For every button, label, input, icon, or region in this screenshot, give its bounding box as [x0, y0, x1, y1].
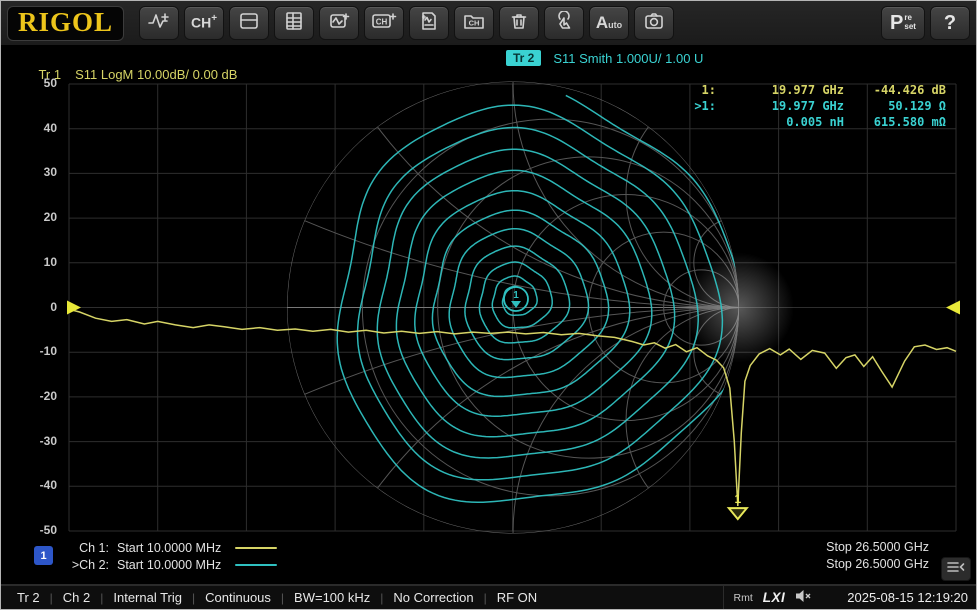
y-axis-tick-label: 30: [1, 165, 57, 179]
y-axis-tick-label: 40: [1, 121, 57, 135]
marker-row-freq: 19.977 GHz: [716, 82, 844, 98]
trace2-color-swatch: [235, 564, 277, 566]
channel2-row[interactable]: >Ch 2: Start 10.0000 MHz: [63, 556, 277, 573]
marker-row-freq: 0.005 nH: [716, 114, 844, 130]
y-axis-tick-label: 20: [1, 210, 57, 224]
status-trigger-source[interactable]: Internal Trig: [113, 590, 182, 605]
y-axis-tick-label: 50: [1, 76, 57, 90]
marker-row-label: 1:: [674, 82, 716, 98]
window-number-badge[interactable]: 1: [34, 546, 53, 565]
marker-row-label: >1:: [674, 98, 716, 114]
stop-frequency-labels: Stop 26.5000 GHz Stop 26.5000 GHz: [826, 539, 929, 573]
marker-row-value: -44.426 dB: [844, 82, 946, 98]
separator: |: [281, 591, 284, 605]
separator: |: [100, 591, 103, 605]
channel-legend: Ch 1: Start 10.0000 MHz >Ch 2: Start 10.…: [63, 539, 277, 573]
menu-collapse-icon: [946, 560, 966, 579]
separator: |: [380, 591, 383, 605]
lxi-indicator: LXI: [763, 590, 786, 605]
channel1-row[interactable]: Ch 1: Start 10.0000 MHz: [63, 539, 277, 556]
marker-readout: 1: 19.977 GHz -44.426 dB >1: 19.977 GHz …: [674, 82, 946, 130]
datetime-display: 2025-08-15 12:19:20: [847, 590, 968, 605]
ref-level-marker-right[interactable]: [946, 301, 960, 315]
speaker-muted-icon[interactable]: [795, 589, 811, 606]
channel1-label: Ch 1:: [63, 541, 109, 555]
channel1-stop: Stop 26.5000 GHz: [826, 539, 929, 556]
status-right-section: Rmt LXI 2025-08-15 12:19:20: [723, 586, 972, 609]
status-sweep-mode[interactable]: Continuous: [205, 590, 271, 605]
y-axis-tick-label: -30: [1, 434, 57, 448]
status-bar: Tr 2 | Ch 2 | Internal Trig | Continuous | B…: [1, 584, 976, 609]
y-axis-tick-label: -40: [1, 478, 57, 492]
separator: |: [192, 591, 195, 605]
trace1-marker-1[interactable]: 1: [729, 492, 747, 519]
marker-row-label: [674, 114, 716, 130]
svg-text:1: 1: [513, 290, 519, 301]
y-axis-tick-label: 10: [1, 255, 57, 269]
channel1-start: Start 10.0000 MHz: [117, 541, 221, 555]
channel2-stop: Stop 26.5000 GHz: [826, 556, 929, 573]
vna-screen: RIGOL CH+: [0, 0, 977, 610]
y-axis-tick-label: -10: [1, 344, 57, 358]
trace2-marker-1[interactable]: 1: [504, 287, 528, 311]
remote-indicator: Rmt: [734, 592, 753, 604]
y-axis-tick-label: -20: [1, 389, 57, 403]
status-correction[interactable]: No Correction: [393, 590, 473, 605]
svg-text:1: 1: [734, 492, 741, 506]
status-active-channel[interactable]: Ch 2: [63, 590, 90, 605]
menu-collapse-button[interactable]: [941, 557, 971, 581]
status-if-bandwidth[interactable]: BW=100 kHz: [294, 590, 370, 605]
marker-row-value: 50.129 Ω: [844, 98, 946, 114]
channel2-start: Start 10.0000 MHz: [117, 558, 221, 572]
y-axis-tick-label: 0: [1, 300, 57, 314]
status-active-trace[interactable]: Tr 2: [17, 590, 40, 605]
trace1-color-swatch: [235, 547, 277, 549]
separator: |: [50, 591, 53, 605]
status-rf-state[interactable]: RF ON: [497, 590, 537, 605]
marker-row-value: 615.580 mΩ: [844, 114, 946, 130]
y-axis-tick-label: -50: [1, 523, 57, 537]
channel2-label: >Ch 2:: [63, 558, 109, 572]
marker-row-freq: 19.977 GHz: [716, 98, 844, 114]
separator: |: [484, 591, 487, 605]
